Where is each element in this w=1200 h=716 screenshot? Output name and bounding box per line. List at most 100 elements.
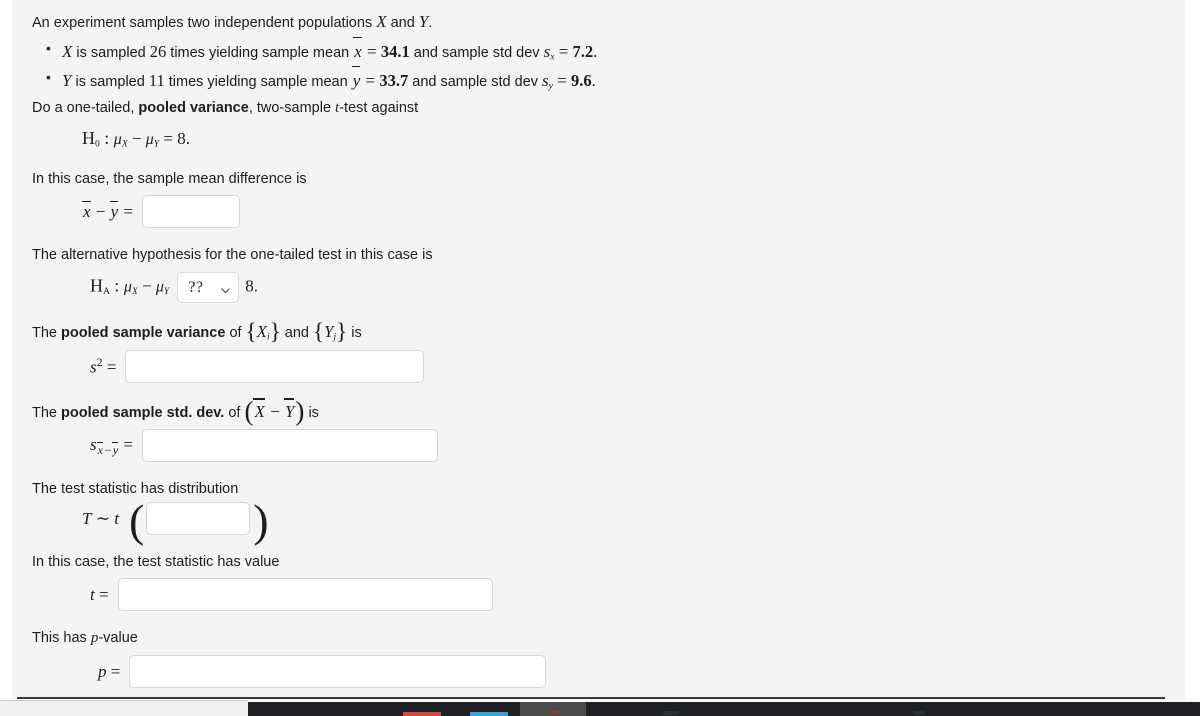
system-taskbar[interactable] [248,702,1200,716]
instruction-middle: , two-sample [248,99,336,116]
instruction-prefix: Do a one-tailed, [32,99,139,116]
pooled-variance-s: s [90,357,97,377]
p-value-equals: = [106,662,121,682]
right-scrollbar-gutter[interactable] [1185,0,1200,700]
bullet-mean-symbol: y [351,66,362,94]
bullet-text-1: is sampled [71,73,149,90]
sample-bullet-list: X is sampled 26 times yielding sample me… [32,37,1185,94]
pooled-std-dev-equals: = [119,435,134,455]
mean-difference-equals: = [119,202,134,222]
ha-trailing-value: 8. [245,276,258,296]
pooled-std-dev-sub-x: x [96,442,104,457]
inequality-dropdown-value: ?? [188,279,204,296]
set-x-close-brace: } [269,319,281,345]
intro-sentence: An experiment samples two independent po… [32,10,1185,35]
intro-suffix: . [428,15,433,31]
pooled-std-dev-subscript: x−y [96,442,120,457]
bullet-sample-count: 26 [149,41,167,61]
taskbar-app-indicator-dim-1[interactable] [663,711,679,715]
p-value-input[interactable] [129,655,547,689]
pooled-std-dev-label: sx−y = [90,434,133,457]
pooled-variance-of: of [225,325,246,342]
h0-minus: − [127,129,146,149]
bullet-text-3: and sample std dev [408,73,543,90]
page-canvas: An experiment samples two independent po… [12,0,1185,700]
instruction-emphasis: pooled variance [138,99,249,116]
intro-prefix: An experiment samples two independent po… [32,15,377,31]
pooled-std-dev-sub-minus: − [103,442,112,457]
pooled-variance-prompt-prefix: The [32,325,62,342]
set-x-symbol: X [256,322,268,342]
distribution-row: T ∼ t ( ) [82,494,269,546]
bullet-period: . [591,70,596,90]
distribution-df-input[interactable] [146,502,251,536]
list-item: Y is sampled 11 times yielding sample me… [32,66,1185,94]
pooled-std-dev-emphasis: pooled sample std. dev. [61,404,225,421]
p-value-p: p [98,662,107,682]
pooled-std-dev-of: of [224,404,245,421]
screen: An experiment samples two independent po… [0,0,1200,716]
page-divider-rule [17,697,1165,699]
p-value-label: p = [98,661,120,682]
bullet-text-1: is sampled [72,44,150,61]
std-dev-var-x: X [253,398,266,425]
h0-colon: : [99,128,114,149]
pooled-std-dev-input[interactable] [142,429,439,463]
intro-variable-x: X [376,12,387,31]
instruction-suffix: -test against [339,99,419,116]
std-dev-paren-close: ) [295,395,305,426]
intro-and: and [386,15,419,31]
ha-mu-y-subscript: Y [163,286,170,298]
test-instruction: Do a one-tailed, pooled variance, two-sa… [32,98,1185,120]
set-y-open-brace: { [312,319,325,345]
mean-difference-row: x − y = [82,195,1185,229]
bullet-eq-2: = [552,70,572,90]
left-gutter [0,0,12,700]
bullet-sample-count: 11 [148,70,165,90]
taskbar-app-indicator-dim-2[interactable] [913,711,925,715]
pooled-variance-emphasis: pooled sample variance [61,325,226,342]
chevron-down-icon [220,282,231,294]
ha-colon: : [109,275,124,296]
pooled-std-dev-s: s [90,435,97,455]
mean-difference-input[interactable] [142,195,241,229]
pooled-std-dev-is: is [304,404,319,421]
pooled-std-dev-sub-y: y [111,442,119,457]
distribution-label: T ∼ t [82,508,119,529]
taskbar-app-indicator-blue[interactable] [470,712,508,716]
p-value-prompt-suffix: -value [98,630,138,647]
inequality-dropdown[interactable]: ?? [177,272,240,304]
pooled-variance-input[interactable] [125,349,425,383]
list-item: X is sampled 26 times yielding sample me… [32,37,1185,65]
pooled-variance-row: s2 = [90,349,1185,383]
pooled-variance-is: is [347,325,362,342]
bullet-period: . [593,41,598,61]
taskbar-app-indicator-red[interactable] [403,712,441,716]
window-status-strip [0,700,248,716]
ha-label: H [90,275,103,296]
test-statistic-equals: = [94,585,109,605]
h0-mu-y: μ [145,131,154,149]
bullet-text-2: times yielding sample mean [166,44,354,61]
bullet-sd-value: 9.6 [571,70,592,90]
ha-mu-x: μ [123,278,132,296]
ha-subscript: A [103,286,110,298]
pooled-std-dev-row: sx−y = [90,429,1185,463]
bullet-text-2: times yielding sample mean [164,73,352,90]
distribution-prompt: The test statistic has distribution [32,481,239,498]
mean-difference-y: y [109,200,119,222]
set-y-close-brace: } [336,319,348,345]
set-y-symbol: Y [324,322,334,342]
h0-equals: = [159,129,178,149]
std-dev-paren-open: ( [244,395,254,426]
p-value-prompt-prefix: This has [32,630,91,647]
std-dev-minus: − [265,401,284,421]
pooled-variance-label: s2 = [90,355,116,378]
distribution-tilde: ∼ [91,509,115,529]
h0-label: H [82,128,95,149]
null-hypothesis: H0 : μX − μY = 8. [82,125,1185,152]
bullet-variable: X [62,41,73,61]
test-statistic-prompt: In this case, the test statistic has val… [32,554,280,571]
bullet-sd-value: 7.2 [572,41,594,61]
test-statistic-input[interactable] [117,578,493,612]
